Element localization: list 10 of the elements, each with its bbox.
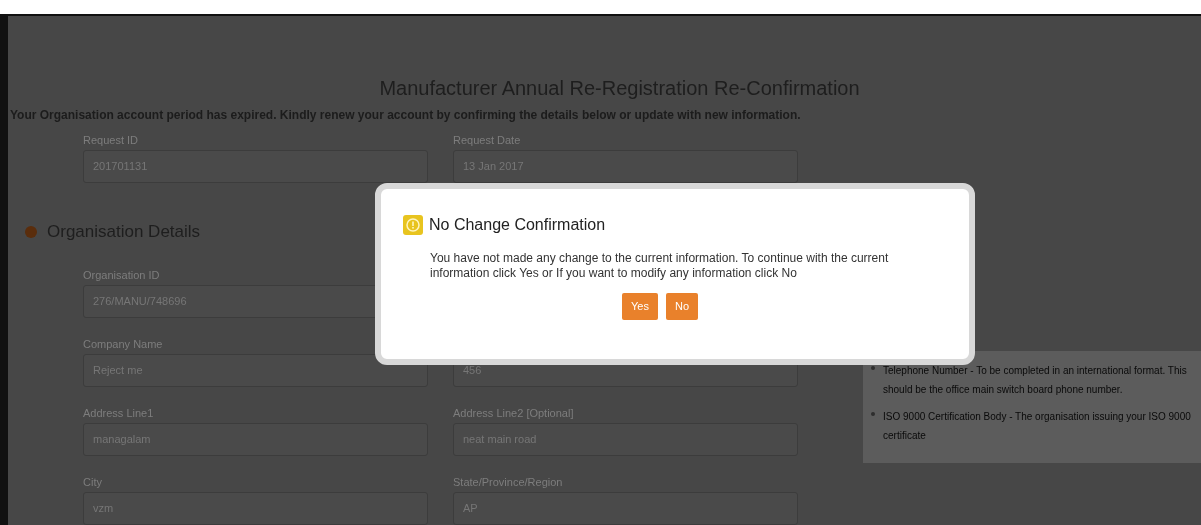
dialog-message: You have not made any change to the current information. To continue with the current information click Yes or If you want to modify any information click No bbox=[430, 251, 890, 281]
bullet-icon bbox=[871, 412, 875, 416]
dialog-button[interactable]: Yes bbox=[622, 293, 658, 320]
bullet-icon bbox=[871, 366, 875, 370]
warning-icon bbox=[403, 215, 423, 235]
step-badge-icon bbox=[25, 226, 37, 238]
dialog-button[interactable]: No bbox=[665, 293, 698, 320]
hint-text: ISO 9000 Certification Body - The organisation issuing your ISO 9000 certificate bbox=[883, 410, 1192, 443]
dialog-title: No Change Confirmation bbox=[429, 215, 606, 235]
hint-text: Telephone Number - To be completed in an international format. This should be the office main switch board phone number. bbox=[883, 364, 1188, 397]
